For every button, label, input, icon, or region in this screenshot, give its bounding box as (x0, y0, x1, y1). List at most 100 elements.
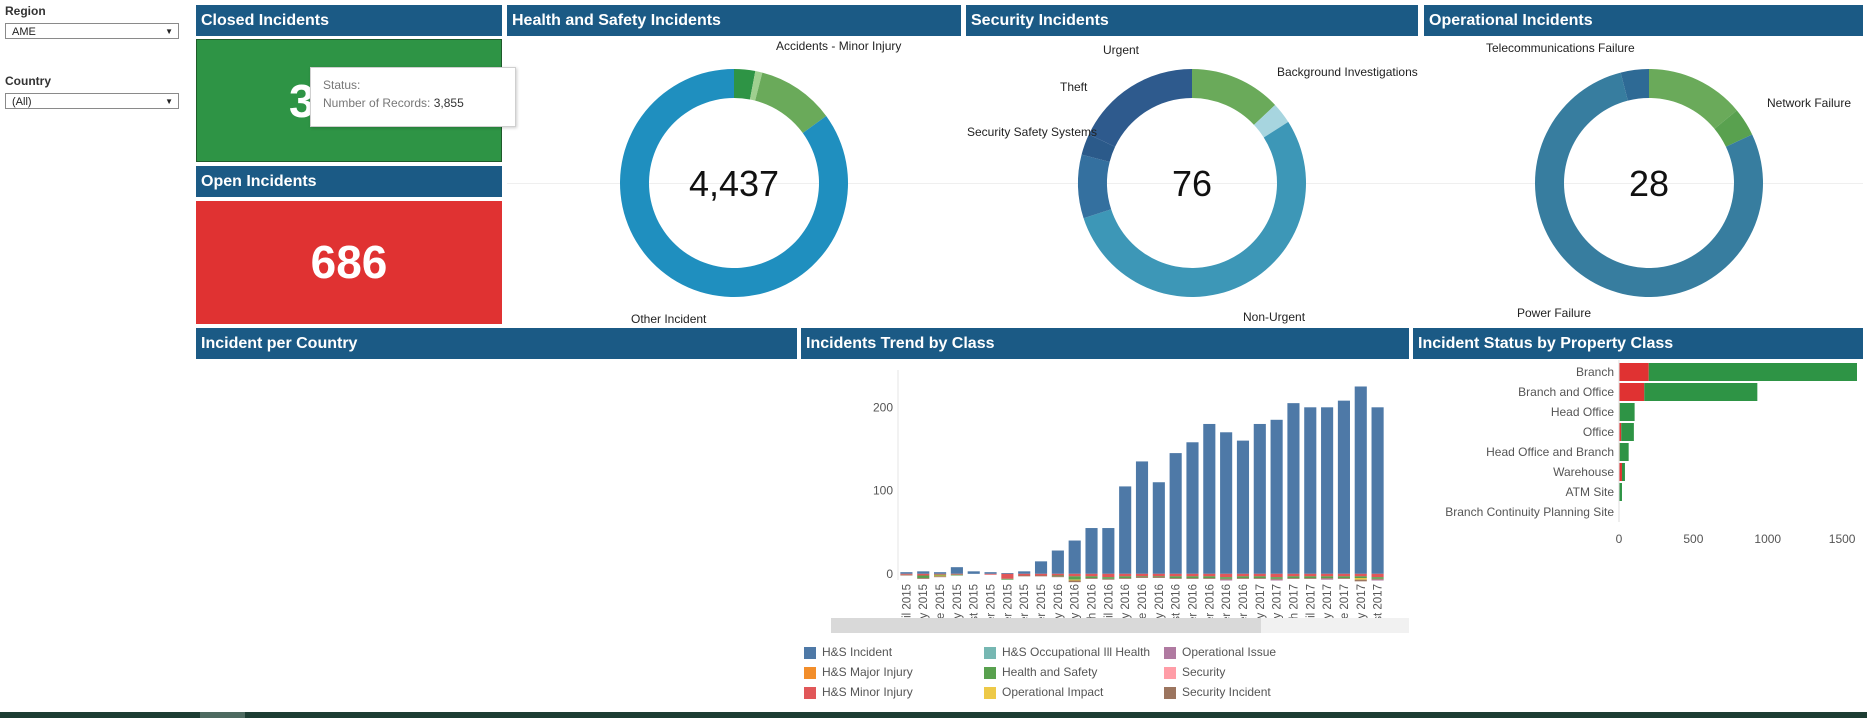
trend-bar-segment[interactable] (984, 573, 997, 575)
trend-bar-segment[interactable] (1186, 576, 1199, 578)
trend-bar-segment[interactable] (1337, 578, 1350, 579)
trend-bar-segment[interactable] (1253, 576, 1266, 578)
trend-bar-segment[interactable] (1001, 578, 1014, 580)
donut-slice[interactable] (1078, 154, 1112, 219)
trend-bar-segment[interactable] (1270, 419, 1283, 574)
trend-bar-segment[interactable] (1236, 573, 1250, 577)
trend-bar-segment[interactable] (1068, 579, 1081, 581)
trend-bar-segment[interactable] (1304, 578, 1317, 579)
trend-bar-segment[interactable] (1018, 573, 1031, 576)
trend-bar-segment[interactable] (1220, 573, 1233, 578)
trend-bar-segment[interactable] (1135, 576, 1149, 578)
legend-item[interactable]: H&S Minor Injury (804, 685, 913, 699)
property-bar-segment[interactable] (1648, 363, 1857, 381)
trend-bar-segment[interactable] (1152, 576, 1165, 578)
trend-bar-segment[interactable] (1018, 575, 1031, 577)
trend-bar-segment[interactable] (1304, 407, 1317, 574)
legend-item[interactable]: H&S Major Injury (804, 665, 913, 679)
trend-bar-segment[interactable] (1186, 442, 1199, 574)
trend-bar-segment[interactable] (1287, 403, 1300, 574)
donut-slice[interactable] (1088, 69, 1192, 147)
security-donut[interactable]: 76 Urgent Background Investigations Thef… (966, 36, 1418, 326)
trend-bar-segment[interactable] (900, 574, 913, 576)
trend-bar-segment[interactable] (1321, 407, 1334, 574)
trend-bar-segment[interactable] (1085, 573, 1098, 577)
trend-bar-segment[interactable] (1270, 578, 1283, 580)
trend-bar-segment[interactable] (1186, 578, 1199, 579)
operational-donut[interactable]: 28 Telecommunications Failure Network Fa… (1424, 36, 1863, 326)
trend-bar-segment[interactable] (900, 573, 913, 575)
trend-bar-segment[interactable] (1119, 578, 1132, 579)
trend-bar-segment[interactable] (984, 572, 997, 574)
trend-bar-segment[interactable] (1287, 576, 1300, 578)
trend-bar-segment[interactable] (1321, 578, 1334, 579)
trend-bar-segment[interactable] (1371, 573, 1384, 578)
legend-item[interactable]: H&S Occupational Ill Health (984, 645, 1150, 659)
trend-bar-segment[interactable] (1152, 482, 1165, 574)
trend-bar-segment[interactable] (950, 567, 963, 574)
trend-bar-segment[interactable] (1354, 573, 1367, 577)
trend-bar-segment[interactable] (917, 573, 930, 576)
trend-bar-segment[interactable] (1220, 577, 1233, 579)
trend-bar-segment[interactable] (1236, 440, 1250, 574)
legend-item[interactable]: Operational Impact (984, 685, 1103, 699)
property-bar-segment[interactable] (1619, 383, 1645, 401)
trend-bar-segment[interactable] (1018, 571, 1031, 574)
trend-bar-segment[interactable] (1169, 576, 1182, 578)
trend-bar-segment[interactable] (1337, 573, 1350, 577)
trend-bar-segment[interactable] (1236, 576, 1250, 578)
trend-bar-segment[interactable] (1203, 573, 1216, 577)
property-bar-segment[interactable] (1619, 483, 1622, 501)
trend-bar-segment[interactable] (900, 572, 913, 574)
trend-bar-segment[interactable] (1371, 578, 1384, 580)
trend-bar-segment[interactable] (1337, 400, 1350, 574)
legend-item[interactable]: Security (1164, 665, 1225, 679)
donut-slice[interactable] (1083, 121, 1306, 297)
trend-bar-segment[interactable] (917, 575, 930, 578)
trend-bar-segment[interactable] (950, 573, 963, 575)
trend-bar-segment[interactable] (1169, 573, 1182, 577)
property-bar-segment[interactable] (1644, 383, 1758, 401)
donut-slice[interactable] (1192, 69, 1276, 125)
trend-bar-segment[interactable] (1253, 578, 1266, 579)
donut-slice[interactable] (1649, 69, 1737, 129)
trend-bar-segment[interactable] (1102, 528, 1115, 574)
trend-bar-segment[interactable] (934, 572, 947, 574)
trend-bar-segment[interactable] (1287, 573, 1300, 577)
open-incidents-kpi[interactable]: 686 (196, 201, 502, 324)
toolbar-tab[interactable] (200, 712, 245, 718)
trend-bar-segment[interactable] (934, 573, 947, 575)
trend-bar-segment[interactable] (1354, 576, 1367, 578)
legend-item[interactable]: Security Incident (1164, 685, 1271, 699)
trend-bar-segment[interactable] (1001, 573, 1014, 579)
trend-bar-segment[interactable] (1270, 579, 1283, 581)
property-bar-segment[interactable] (1621, 423, 1634, 441)
trend-bar-segment[interactable] (1304, 573, 1317, 577)
property-bar-segment[interactable] (1619, 363, 1649, 381)
trend-bar-segment[interactable] (1068, 580, 1081, 583)
trend-bar-segment[interactable] (1051, 550, 1064, 574)
trend-bar-segment[interactable] (1102, 573, 1115, 578)
per-country-map[interactable] (196, 360, 797, 700)
trend-bar-segment[interactable] (1337, 576, 1350, 578)
trend-bar-segment[interactable] (1169, 453, 1182, 574)
trend-bar-segment[interactable] (1169, 578, 1182, 579)
trend-bar-segment[interactable] (1152, 577, 1165, 578)
trend-bar-segment[interactable] (1354, 579, 1367, 582)
trend-bar-segment[interactable] (1085, 578, 1098, 579)
property-bar-segment[interactable] (1619, 443, 1629, 461)
property-bar-segment[interactable] (1619, 403, 1635, 421)
trend-bar-segment[interactable] (1102, 578, 1115, 580)
trend-bar-segment[interactable] (967, 571, 980, 574)
trend-bar-segment[interactable] (934, 574, 947, 576)
region-select[interactable]: AME ▼ (5, 23, 179, 39)
trend-bar-segment[interactable] (1068, 540, 1081, 574)
trend-bar-segment[interactable] (1203, 423, 1216, 574)
trend-bar-segment[interactable] (1354, 386, 1367, 574)
property-bar-segment[interactable] (1621, 463, 1625, 481)
trend-bar-segment[interactable] (1270, 577, 1283, 579)
trend-bar-segment[interactable] (1135, 573, 1149, 577)
trend-bar-segment[interactable] (1034, 573, 1048, 576)
trend-bar-segment[interactable] (1051, 575, 1064, 577)
trend-bar-segment[interactable] (1001, 573, 1014, 574)
